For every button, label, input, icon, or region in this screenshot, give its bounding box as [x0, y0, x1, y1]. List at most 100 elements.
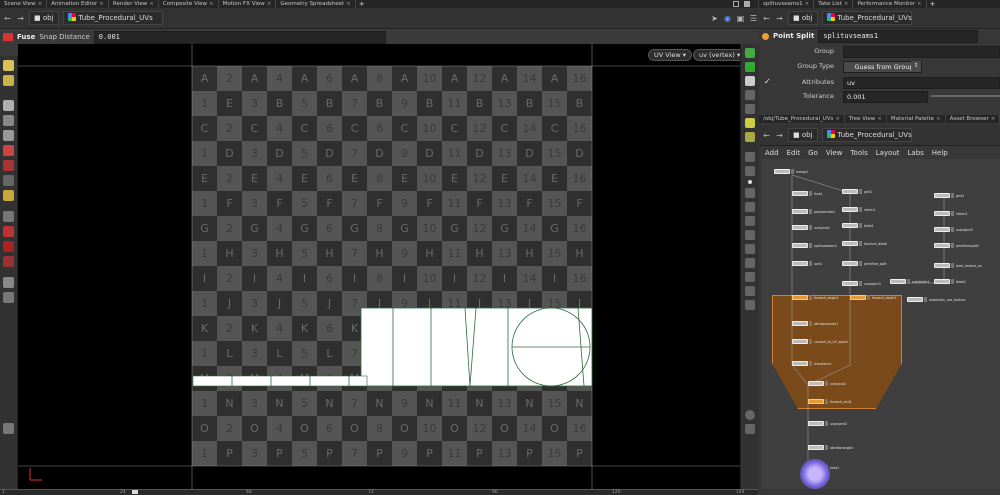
- brush-tool-icon[interactable]: [3, 160, 14, 171]
- forward-arrow-icon[interactable]: →: [16, 14, 25, 23]
- close-tab-icon[interactable]: ×: [346, 1, 351, 7]
- close-tab-icon[interactable]: ×: [267, 1, 272, 7]
- node-body[interactable]: [792, 321, 808, 326]
- network-node[interactable]: xform1: [842, 207, 875, 212]
- network-node[interactable]: uvproject3: [934, 227, 973, 232]
- add-tab-icon[interactable]: +: [927, 0, 939, 8]
- network-tab-1[interactable]: Tree View ×: [845, 115, 887, 123]
- face-icon[interactable]: [745, 272, 755, 282]
- node-body[interactable]: [842, 189, 858, 194]
- node-flag[interactable]: [859, 281, 862, 286]
- uv-tool-icon[interactable]: [3, 190, 14, 201]
- node-body[interactable]: [934, 263, 950, 268]
- node-body[interactable]: [842, 223, 858, 228]
- select-tool-icon[interactable]: [3, 60, 14, 71]
- network-tab-0[interactable]: /obj/Tube_Procedural_UVs ×: [759, 115, 846, 123]
- node-body[interactable]: [808, 421, 824, 426]
- network-node[interactable]: subdivide1: [890, 279, 929, 284]
- node-flag[interactable]: [809, 225, 812, 230]
- uv-viewport[interactable]: A 2 A 4 A 6 A 8 A 10 A 12 A 14 A 16 1 E 3 B 5 B 7 B 9 B 11 B 13 B 15 B C…: [18, 44, 740, 490]
- network-menu-go[interactable]: Go: [808, 149, 818, 157]
- node-flag[interactable]: [809, 361, 812, 366]
- node-flag[interactable]: [791, 169, 794, 174]
- left-tab-0[interactable]: Scene View ×: [0, 0, 48, 8]
- node-flag[interactable]: [825, 399, 828, 404]
- vertex-icon[interactable]: [745, 230, 755, 240]
- uv-display-icon[interactable]: [745, 300, 755, 310]
- point-numbers-icon[interactable]: [745, 202, 755, 212]
- parm-forward-icon[interactable]: →: [775, 14, 784, 23]
- node-flag[interactable]: [809, 339, 812, 344]
- node-body[interactable]: [792, 243, 808, 248]
- pane-menu-icon[interactable]: [733, 1, 739, 7]
- node-flag[interactable]: [951, 227, 954, 232]
- node-body[interactable]: [842, 241, 858, 246]
- tube-node-highlight[interactable]: [800, 459, 830, 489]
- node-body[interactable]: [808, 381, 824, 386]
- magnet-icon[interactable]: [3, 226, 14, 237]
- left-tab-4[interactable]: Motion FX View ×: [219, 0, 277, 8]
- node-flag[interactable]: [809, 321, 812, 326]
- network-node[interactable]: transform1: [792, 361, 832, 366]
- node-flag[interactable]: [951, 263, 954, 268]
- cook-icon[interactable]: [3, 423, 14, 434]
- globe-icon[interactable]: ◉: [723, 14, 732, 23]
- network-back-icon[interactable]: ←: [762, 131, 771, 140]
- network-node[interactable]: attribpromote1: [792, 321, 838, 326]
- network-editor[interactable]: merge1 fuse1 polyextrude1 uvlayout1 splituvs…: [762, 159, 1000, 489]
- network-menu-labs[interactable]: Labs: [908, 149, 924, 157]
- close-tab-icon[interactable]: ×: [99, 1, 104, 7]
- light-icon[interactable]: [745, 76, 755, 86]
- network-node[interactable]: grid1: [842, 189, 872, 194]
- magnet-grid-icon[interactable]: [3, 256, 14, 267]
- left-tab-2[interactable]: Render View ×: [109, 0, 159, 8]
- paint-tool-icon[interactable]: [3, 145, 14, 156]
- node-flag[interactable]: [809, 191, 812, 196]
- parm-path-context[interactable]: ■ obj: [788, 11, 818, 25]
- node-body[interactable]: [792, 225, 808, 230]
- network-node[interactable]: uvproject1: [842, 281, 881, 286]
- network-node[interactable]: foreach_begin2: [850, 295, 897, 300]
- close-tab-icon[interactable]: ×: [936, 116, 941, 122]
- bulb-off-icon[interactable]: [745, 132, 755, 142]
- path-node[interactable]: Tube_Procedural_UVs: [62, 11, 163, 25]
- network-node[interactable]: merge1: [774, 169, 808, 174]
- network-node[interactable]: blast2: [934, 279, 966, 284]
- node-flag[interactable]: [859, 223, 862, 228]
- node-body[interactable]: [907, 297, 923, 302]
- node-flag[interactable]: [809, 295, 812, 300]
- node-body[interactable]: [792, 209, 808, 214]
- close-tab-icon[interactable]: ×: [835, 116, 840, 122]
- right-tab-0[interactable]: splituvseams1 ×: [759, 0, 815, 8]
- pose-tool-icon[interactable]: [3, 130, 14, 141]
- network-node[interactable]: uvlayout2: [808, 381, 846, 386]
- network-node[interactable]: xform2: [934, 211, 967, 216]
- display-options-icon[interactable]: [745, 48, 755, 58]
- network-node[interactable]: primitive_split: [842, 261, 887, 266]
- node-flag[interactable]: [859, 207, 862, 212]
- node-body[interactable]: [792, 339, 808, 344]
- attributes-field[interactable]: uv: [843, 77, 1000, 89]
- network-node[interactable]: fracture_detail: [842, 241, 887, 246]
- visibility-icon[interactable]: [3, 277, 14, 288]
- dropdown-arrows-icon[interactable]: ⇕: [911, 61, 921, 71]
- network-node[interactable]: primitivesplit2: [934, 243, 979, 248]
- node-flag[interactable]: [951, 279, 954, 284]
- network-forward-icon[interactable]: →: [775, 131, 784, 140]
- parm-path-node[interactable]: Tube_Procedural_UVs: [821, 11, 912, 25]
- camera-view-icon[interactable]: [745, 166, 755, 176]
- node-body[interactable]: [850, 295, 866, 300]
- network-node[interactable]: uvlayout1: [792, 225, 830, 230]
- node-body[interactable]: [934, 193, 950, 198]
- node-body[interactable]: [808, 445, 824, 450]
- shading-icon[interactable]: [745, 62, 755, 72]
- node-flag[interactable]: [859, 189, 862, 194]
- frame-indicator[interactable]: [132, 490, 138, 494]
- uv-attribute-button[interactable]: uv (vertex) ▾: [693, 49, 740, 61]
- node-body[interactable]: [842, 261, 858, 266]
- node-flag[interactable]: [809, 209, 812, 214]
- view-menu-icon[interactable]: ☰: [749, 14, 758, 23]
- network-menu-view[interactable]: View: [826, 149, 843, 157]
- add-tab-icon[interactable]: +: [356, 0, 368, 8]
- left-tab-3[interactable]: Composite View ×: [159, 0, 219, 8]
